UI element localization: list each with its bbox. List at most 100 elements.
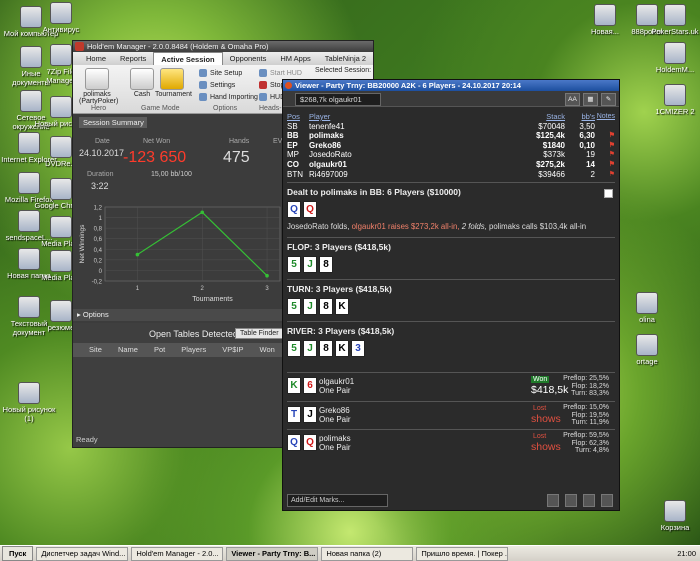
flag-icon[interactable]: ⚑ xyxy=(595,170,615,180)
col-pot[interactable]: Pot xyxy=(146,343,173,357)
preflop-section: Dealt to polimaks in BB: 6 Players ($100… xyxy=(287,182,615,231)
flag-icon[interactable]: ⚑ xyxy=(595,150,615,160)
data-point xyxy=(135,252,140,257)
playing-card: K xyxy=(335,340,349,357)
app-icon xyxy=(636,334,658,356)
grid-button[interactable]: ▦ xyxy=(583,93,598,106)
tab-active-session[interactable]: Active Session xyxy=(153,51,223,66)
antivirus-icon xyxy=(50,2,72,24)
result-player: Greko86 One Pair xyxy=(319,406,351,424)
viewer-titlebar[interactable]: Viewer - Party Тrny: BB20000 A2K - 6 Pla… xyxy=(283,80,619,91)
tab-tableninja[interactable]: TableNinja 2 xyxy=(318,52,373,65)
stop-hud-button[interactable]: Stop xyxy=(259,81,284,89)
hands-label: Hands xyxy=(229,138,250,145)
desktop-icon[interactable]: Корзина xyxy=(646,500,700,533)
list-icon[interactable] xyxy=(547,494,559,507)
col-players[interactable]: Players xyxy=(173,343,214,357)
desktop-icon[interactable]: olina xyxy=(618,292,676,325)
checkbox-icon[interactable] xyxy=(604,189,613,198)
taskbar-item[interactable]: Hold'em Manager - 2.0... xyxy=(131,546,224,561)
desktop-icon[interactable]: ortage xyxy=(618,334,676,367)
playing-card: 5 xyxy=(287,256,301,273)
hands-value: 475 xyxy=(223,149,250,166)
image-file-icon xyxy=(50,96,72,118)
result-amount: shows xyxy=(531,413,561,425)
y-tick-label: 0,2 xyxy=(94,258,103,264)
window-titlebar[interactable]: Hold'em Manager - 2.0.0.8484 (Holdem & O… xyxy=(73,41,373,52)
col-vpip[interactable]: VP$IP xyxy=(214,343,251,357)
river-cards: 5J8K3 xyxy=(287,340,615,357)
col-won[interactable]: Won xyxy=(252,343,283,357)
taskbar-item[interactable]: Диспетчер задач Wind... xyxy=(36,546,129,561)
hero-button[interactable]: polimaks (PartyPoker) xyxy=(79,68,118,105)
desktop-icon[interactable]: Антивирус xyxy=(32,2,90,35)
playing-card: 3 xyxy=(351,340,365,357)
start-hud-button[interactable]: Start HUD xyxy=(259,69,302,77)
playing-card: J xyxy=(303,298,317,315)
net-winnings-chart: -0,2 0 0,2 0,4 0,6 0,8 1 1,2 1 2 3 Tournaments Net W… xyxy=(79,206,281,303)
tab-opponents[interactable]: Opponents xyxy=(223,52,274,65)
site-setup-button[interactable]: Site Setup xyxy=(199,69,242,77)
player-row[interactable]: MP JosedoRato $373k 19 ⚑ xyxy=(287,150,615,160)
desktop-icon[interactable]: 1CMIZER 2 xyxy=(646,84,700,117)
marks-dropdown[interactable]: Add/Edit Marks... xyxy=(287,494,388,507)
col-name[interactable]: Name xyxy=(110,343,146,357)
duration-value: 3:22 xyxy=(91,181,109,191)
ribbon-tabs: Home Reports Active Session Opponents HM… xyxy=(73,51,373,66)
taskbar-item[interactable]: Пришло время. | Покер ... xyxy=(416,546,509,561)
date-value: 24.10.2017 xyxy=(79,148,125,158)
player-row[interactable]: EP Greko86 $1840 0,10 ⚑ xyxy=(287,141,615,151)
showdown-result: T J Greko86 One Pair Lost shows Preflop: 15,0%… xyxy=(287,401,615,426)
playing-card: J xyxy=(303,256,317,273)
player-row[interactable]: BTN Ri4697009 $39466 2 ⚑ xyxy=(287,170,615,180)
flag-icon[interactable]: ⚑ xyxy=(595,160,615,170)
player-row[interactable]: SB tenenfe41 $70048 3,50 xyxy=(287,122,615,132)
aa-button[interactable]: AA xyxy=(565,93,580,106)
taskbar-item[interactable]: Новая папка (2) xyxy=(321,546,414,561)
taskbar: Пуск Диспетчер задач Wind... Hold'em Man… xyxy=(0,545,700,561)
stop-icon xyxy=(259,81,267,89)
edit-button[interactable]: ✎ xyxy=(601,93,616,106)
start-button[interactable]: Пуск xyxy=(2,546,34,561)
playing-card: Q xyxy=(287,201,301,218)
session-summary-header[interactable]: Session Summary xyxy=(79,117,147,128)
flag-icon[interactable]: ⚑ xyxy=(595,131,615,141)
y-tick-label: 1,2 xyxy=(94,206,103,212)
showdown-result: K 6 olgaukr01 One Pair Won $418,5k Preflop: 25… xyxy=(287,372,615,397)
game-mode-group-label: Game Mode xyxy=(141,105,180,112)
player-row[interactable]: CO olgaukr01 $275,2k 14 ⚑ xyxy=(287,160,615,170)
tab-hm-apps[interactable]: HM Apps xyxy=(273,52,317,65)
media-player-icon xyxy=(50,216,72,238)
showdown-result: Q Qpolimaks One Pair Lost shows Preflop: 59,5… xyxy=(287,429,615,454)
open-tables-title: Open Tables Detected xyxy=(149,329,238,339)
tab-home[interactable]: Home xyxy=(79,52,113,65)
playing-card: 6 xyxy=(303,377,317,394)
hand-select-dropdown[interactable]: $268,7k olgaukr01 xyxy=(295,93,381,106)
cash-icon xyxy=(130,68,154,90)
y-tick-label: -0,2 xyxy=(92,280,103,286)
grid-icon: ▦ xyxy=(587,96,594,103)
flag-icon[interactable]: ⚑ xyxy=(595,141,615,151)
data-point xyxy=(200,210,205,215)
desktop-icon[interactable]: HoldemM... xyxy=(646,42,700,75)
chrome-icon xyxy=(50,178,72,200)
cash-button[interactable]: Cash xyxy=(129,68,155,98)
tab-reports[interactable]: Reports xyxy=(113,52,153,65)
replay-icon[interactable] xyxy=(565,494,577,507)
tournament-button[interactable]: Tournament xyxy=(155,68,192,98)
player-row[interactable]: BB polimaks $125,4k 6,30 ⚑ xyxy=(287,131,615,141)
table-finder-button[interactable]: Table Finder xyxy=(235,328,284,339)
user-icon xyxy=(85,68,109,90)
hand-importing-button[interactable]: Hand Importing xyxy=(199,93,258,101)
desktop-icon[interactable]: Новый рисунок (1) xyxy=(0,382,58,423)
desktop-icon[interactable]: PokerStars.uk xyxy=(646,4,700,37)
twitter-icon[interactable] xyxy=(601,494,613,507)
save-icon[interactable] xyxy=(583,494,595,507)
x-tick-label: 1 xyxy=(136,286,140,292)
equity-stats: Preflop: 59,5% Flop: 62,3% Turn: 4,8% xyxy=(563,432,609,455)
clock: 21:00 xyxy=(677,549,696,558)
col-site[interactable]: Site xyxy=(73,343,110,357)
taskbar-item[interactable]: Viewer - Party Тrny: B... xyxy=(226,546,319,561)
status-text: Ready xyxy=(76,435,98,444)
settings-button[interactable]: Settings xyxy=(199,81,235,89)
